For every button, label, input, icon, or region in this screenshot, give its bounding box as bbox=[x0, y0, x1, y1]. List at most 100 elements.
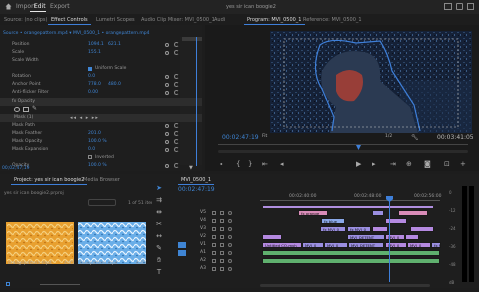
stopwatch-icon[interactable] bbox=[165, 83, 169, 87]
effect-value-2[interactable]: 621.1 bbox=[108, 41, 121, 49]
sync-icon[interactable] bbox=[220, 251, 224, 255]
sync-icon[interactable] bbox=[220, 267, 224, 271]
stopwatch-icon[interactable] bbox=[165, 132, 169, 136]
effect-value-1[interactable]: 100.0 % bbox=[88, 138, 107, 146]
slip-tool-icon[interactable]: ↔ bbox=[155, 232, 163, 240]
lock-icon[interactable] bbox=[212, 219, 216, 223]
type-tool-icon[interactable]: T bbox=[155, 268, 163, 276]
go-to-in-icon[interactable]: ⇤ bbox=[262, 160, 268, 168]
new-item-icon[interactable] bbox=[6, 282, 10, 286]
track-header[interactable]: V2 bbox=[200, 234, 206, 240]
stopwatch-icon[interactable] bbox=[165, 164, 169, 168]
video-clip[interactable]: fx MVI_0 bbox=[347, 226, 371, 232]
effect-row[interactable]: Mask Expansion 0.0 bbox=[0, 146, 202, 154]
effect-value-1[interactable]: 0.00 bbox=[88, 89, 98, 97]
reset-icon[interactable] bbox=[174, 90, 179, 95]
mute-icon[interactable] bbox=[228, 267, 232, 271]
reset-icon[interactable] bbox=[174, 131, 179, 136]
lock-icon[interactable] bbox=[212, 267, 216, 271]
eye-icon[interactable] bbox=[228, 235, 232, 239]
mask-rect-icon[interactable] bbox=[23, 107, 29, 112]
track-target-toggle[interactable] bbox=[178, 250, 186, 256]
video-clip[interactable]: fx orange bbox=[298, 210, 328, 216]
video-clip[interactable] bbox=[372, 226, 388, 232]
effect-value-1[interactable]: 0.0 bbox=[88, 73, 95, 81]
reset-icon[interactable] bbox=[174, 50, 179, 55]
video-clip[interactable] bbox=[410, 226, 434, 232]
video-clip[interactable] bbox=[405, 234, 419, 240]
tab-lumetri-scopes[interactable]: Lumetri Scopes bbox=[93, 15, 138, 25]
inverted-checkbox[interactable] bbox=[88, 155, 92, 159]
effect-row[interactable]: Scale 155.1 bbox=[0, 49, 202, 57]
lock-icon[interactable] bbox=[212, 251, 216, 255]
video-clip[interactable]: MVI_DETENT bbox=[348, 242, 384, 248]
track-header[interactable]: A2 bbox=[200, 258, 206, 264]
stopwatch-icon[interactable] bbox=[165, 51, 169, 55]
lock-icon[interactable] bbox=[212, 259, 216, 263]
project-search-input[interactable] bbox=[88, 199, 116, 206]
source-clip-bar[interactable]: Source • orangepattern.mp4 ▾ MVI_0500_1 … bbox=[0, 30, 202, 37]
effect-value-1[interactable]: 0.0 bbox=[88, 146, 95, 154]
program-timecode[interactable]: 00:02:47:19 bbox=[222, 134, 259, 141]
video-clip[interactable] bbox=[398, 210, 428, 216]
video-clip[interactable]: MVI_0 bbox=[324, 242, 348, 248]
workspace-export[interactable]: Export bbox=[50, 3, 70, 10]
sync-icon[interactable] bbox=[220, 219, 224, 223]
reset-icon[interactable] bbox=[174, 42, 179, 47]
track-header[interactable]: A3 bbox=[200, 266, 206, 272]
zoom-slider[interactable] bbox=[40, 284, 80, 285]
tab-project[interactable]: Project: yes sir ican boogie2 bbox=[11, 175, 88, 185]
audio-clip[interactable] bbox=[262, 250, 440, 256]
sync-icon[interactable] bbox=[220, 259, 224, 263]
timeline-scrollbar[interactable] bbox=[260, 284, 430, 287]
mask-ellipse-icon[interactable] bbox=[14, 107, 20, 112]
zoom-select[interactable]: Fit bbox=[262, 134, 267, 139]
effect-value-1[interactable]: Uniform Scale bbox=[95, 65, 126, 73]
reset-icon[interactable] bbox=[174, 123, 179, 128]
effect-row[interactable]: Inverted bbox=[0, 154, 202, 162]
video-clip[interactable] bbox=[262, 234, 282, 240]
effect-row[interactable]: Anchor Point 778.0 480.0 bbox=[0, 81, 202, 89]
tab-reference[interactable]: Reference: MVI_0500_1 bbox=[300, 15, 365, 25]
insert-icon[interactable]: ⊕ bbox=[406, 160, 412, 168]
pen-tool-icon[interactable]: ✎ bbox=[155, 244, 163, 252]
step-back-icon[interactable]: ◂ bbox=[280, 160, 284, 168]
tab-source[interactable]: Source: (no clips) bbox=[1, 15, 50, 25]
mute-icon[interactable] bbox=[228, 251, 232, 255]
video-clip[interactable] bbox=[372, 210, 384, 216]
video-clip[interactable]: MVI_0 bbox=[385, 234, 405, 240]
effect-row[interactable]: Uniform Scale bbox=[0, 65, 202, 73]
effect-value-2[interactable]: 480.0 bbox=[108, 81, 121, 89]
workspace-import[interactable]: Import bbox=[16, 3, 36, 10]
selection-tool-icon[interactable]: ➤ bbox=[155, 184, 163, 192]
razor-icon[interactable]: ✂ bbox=[155, 220, 163, 228]
track-header[interactable]: V1 bbox=[200, 242, 206, 248]
panels-icon[interactable] bbox=[444, 3, 452, 10]
filter-icon[interactable]: ▼ bbox=[189, 165, 194, 171]
video-clip[interactable]: MVI_0 bbox=[302, 242, 324, 248]
tab-program[interactable]: Program: MVI_0500_1 bbox=[244, 15, 305, 25]
effect-row[interactable]: Mask Opacity 100.0 % bbox=[0, 138, 202, 146]
camera-icon[interactable]: ◙ bbox=[424, 160, 431, 168]
ripple-edit-icon[interactable]: ⇹ bbox=[155, 208, 163, 216]
sync-icon[interactable] bbox=[220, 243, 224, 247]
tab-effect-controls[interactable]: Effect Controls bbox=[48, 15, 91, 25]
eye-icon[interactable] bbox=[228, 219, 232, 223]
eye-icon[interactable] bbox=[228, 227, 232, 231]
eye-icon[interactable] bbox=[228, 243, 232, 247]
effect-value-1[interactable]: Inverted bbox=[95, 154, 114, 162]
track-header[interactable]: V5 bbox=[200, 210, 206, 216]
effect-row[interactable]: Mask Path bbox=[0, 122, 202, 130]
lock-icon[interactable] bbox=[212, 243, 216, 247]
mask-pen-icon[interactable]: ✎ bbox=[32, 106, 37, 112]
audio-clip[interactable] bbox=[262, 258, 440, 264]
effect-row[interactable]: Rotation 0.0 bbox=[0, 73, 202, 81]
resolution-select[interactable]: 1/2 bbox=[385, 134, 392, 139]
thumb-orangepattern[interactable] bbox=[6, 222, 74, 264]
mark-in-icon[interactable]: { bbox=[236, 160, 240, 168]
uniform-scale-checkbox[interactable] bbox=[88, 67, 92, 71]
stopwatch-icon[interactable] bbox=[165, 124, 169, 128]
sync-icon[interactable] bbox=[220, 227, 224, 231]
timeline-timecode[interactable]: 00:02:47:19 bbox=[178, 186, 215, 193]
effect-row[interactable]: Mask Feather 201.0 bbox=[0, 130, 202, 138]
